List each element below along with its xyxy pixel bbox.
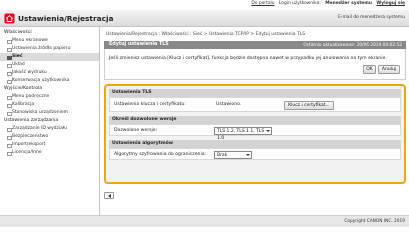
login-label: Login użytkownika: (278, 1, 321, 6)
versions-row: Dozwolone wersje: TLS 1.2, TLS 1.1, TLS … (109, 124, 401, 141)
versions-select-value: TLS 1.2, TLS 1.1, TLS 1.0 (217, 128, 265, 141)
section-tls-title: Ustawienia TLS (112, 90, 152, 96)
sidebar-item-import-export[interactable]: Import/eksport (0, 141, 99, 149)
login-user: Menedżer systemu (325, 1, 372, 6)
section-algorithms: Ustawienia algorytmów (109, 140, 401, 148)
copyright: Copyright CANON INC. 2019 (344, 219, 405, 224)
section-versions-title: Określ dozwolone wersje (112, 117, 177, 123)
sidebar-item-network[interactable]: Sieć (0, 53, 99, 61)
sidebar-item-license-other[interactable]: Licencja/Inne (0, 149, 99, 157)
sidebar-item-security[interactable]: Bezpieczeństwo (0, 133, 99, 141)
sidebar-group-output: Wyjście/Kontrola (4, 86, 43, 91)
sidebar-item-layout[interactable]: Układ (0, 61, 99, 69)
section-allowed-versions: Określ dozwolone wersje (109, 116, 401, 124)
sidebar-item-shortcut-menu[interactable]: Menu podręczne (0, 93, 99, 101)
section-tls-settings: Ustawienia TLS (109, 89, 401, 97)
sidebar-item-display-menu[interactable]: Menu ekranowe (0, 37, 99, 45)
sidebar: Właściwości Menu ekranowe Ustawienia źró… (0, 27, 99, 215)
sidebar-group-properties: Właściwości (4, 30, 32, 35)
sidebar-item-calibration[interactable]: Kalibracja (0, 101, 99, 109)
chevron-down-icon (245, 154, 250, 156)
sidebar-item-print-quality[interactable]: Jakość wydruku (0, 69, 99, 77)
algorithms-select[interactable]: Brak (214, 150, 252, 159)
back-to-top-button[interactable] (104, 192, 114, 199)
sidebar-item-paper-source[interactable]: Ustawienia źródła papieru (0, 45, 99, 53)
chevron-down-icon (265, 130, 270, 132)
message-box: Jeśli zmienisz ustawienia [Klucz i certy… (104, 49, 406, 80)
algorithms-select-value: Brak (217, 152, 228, 158)
info-message: Jeśli zmienisz ustawienia [Klucz i certy… (109, 56, 387, 61)
versions-select[interactable]: TLS 1.2, TLS 1.1, TLS 1.0 (214, 126, 272, 141)
breadcrumb: Ustawienia/Rejestracja : Właściwości : S… (106, 32, 306, 37)
home-icon[interactable] (4, 13, 15, 24)
top-bar: Do portalu Login użytkownika: Menedżer s… (0, 0, 409, 10)
page-title: Edytuj ustawienia TLS (109, 42, 169, 48)
key-cert-row: Ustawienia klucza i certyfikatu: Ustawio… (109, 97, 401, 112)
sidebar-item-device-control[interactable]: Stanowiska urządzeniem (0, 109, 99, 117)
title-bar: Edytuj ustawienia TLS Ostatnio aktualizo… (104, 41, 406, 49)
sidebar-item-department-id[interactable]: Zarządzanie ID wydziału (0, 125, 99, 133)
app-title: Ustawienia/Rejestracja (18, 14, 114, 23)
algorithms-row: Algorytmy szyfrowania do ograniczenia: B… (109, 148, 401, 160)
section-algorithms-title: Ustawienia algorytmów (112, 141, 173, 147)
topbar-links: Do portalu Login użytkownika: Menedżer s… (248, 1, 405, 6)
last-update: Ostatnio aktualizowane: 20/06 2019 04:02… (303, 42, 402, 48)
main-panel: Ustawienia/Rejestracja : Właściwości : S… (99, 27, 409, 215)
logout-link[interactable]: Wyloguj się (376, 1, 405, 6)
cancel-button[interactable]: Anuluj (378, 65, 400, 74)
key-cert-label: Ustawienia klucza i certyfikatu: (114, 102, 186, 107)
ok-button[interactable]: OK (363, 65, 376, 74)
algorithms-label: Algorytmy szyfrowania do ograniczenia: (114, 151, 207, 157)
portal-link[interactable]: Do portalu (251, 1, 274, 6)
footer: Copyright CANON INC. 2019 (0, 215, 409, 227)
key-cert-status: Ustawiono. (216, 102, 242, 107)
key-cert-button[interactable]: Klucz i certyfikat... (284, 101, 334, 110)
mail-link[interactable]: E-mail do menedżera systemu (338, 15, 405, 20)
sidebar-group-management: Ustawienia zarządzania (4, 118, 59, 123)
versions-label: Dozwolone wersje: (114, 127, 158, 133)
header: Ustawienia/Rejestracja E-mail do menedże… (0, 10, 409, 27)
sidebar-item-user-maintenance[interactable]: Konserwacja użytkownika (0, 77, 99, 85)
back-arrow-icon (108, 194, 111, 198)
tls-settings-panel: Ustawienia TLS Ustawienia klucza i certy… (104, 84, 406, 184)
